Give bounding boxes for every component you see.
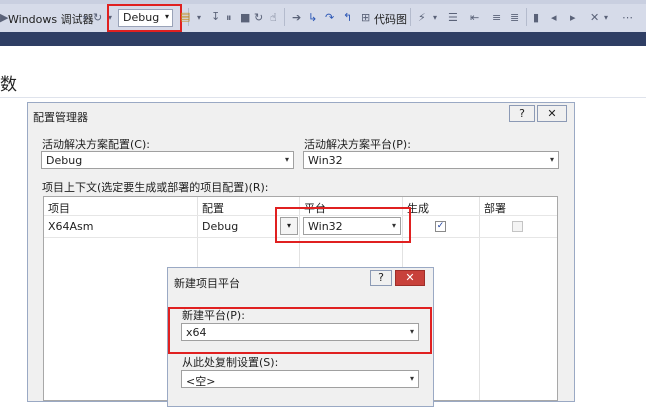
new-project-platform-dialog: 新建项目平台 ? ✕ 新建平台(P): x64 ▾ 从此处复制设置(S): <空…: [167, 267, 434, 407]
close-button[interactable]: ✕: [395, 270, 425, 286]
solution-platform-value: Win32: [308, 154, 343, 167]
ide-toolbar: ▶ Windows 调试器 ▾ ↻ ▾ Debug ▾ ▤ ▾ ↧ ⏸ ■ ↻ …: [0, 0, 646, 33]
help-icon: ?: [519, 107, 525, 120]
cell-configuration: Debug: [202, 220, 239, 233]
pause-icon[interactable]: ⏸: [226, 12, 232, 23]
build-checkbox[interactable]: ✓: [435, 221, 446, 232]
cell-project: X64Asm: [48, 220, 94, 233]
dialog-title: 配置管理器: [33, 111, 88, 124]
clear-bookmarks-icon[interactable]: ✕: [590, 12, 599, 23]
outdent-icon[interactable]: ⇤: [470, 12, 479, 23]
help-button[interactable]: ?: [509, 105, 535, 122]
uncomment-icon[interactable]: ≣: [510, 12, 519, 23]
chevron-down-icon: ▾: [284, 155, 289, 164]
build-dropdown-icon[interactable]: ▾: [197, 14, 201, 22]
deploy-checkbox[interactable]: [512, 221, 523, 232]
heading-divider: [0, 97, 646, 98]
platform-highlight-box: [275, 207, 411, 243]
step-icon[interactable]: ↧: [211, 11, 220, 22]
menu-bar-strip: [0, 0, 646, 4]
help-button[interactable]: ?: [370, 270, 392, 286]
comment-icon[interactable]: ≡: [492, 12, 501, 23]
bookmark-icon[interactable]: ▮: [533, 12, 539, 23]
close-icon: ✕: [405, 271, 415, 284]
project-contexts-label: 项目上下文(选定要生成或部署的项目配置)(R):: [42, 181, 269, 194]
solution-platform-dropdown[interactable]: Win32 ▾: [303, 151, 559, 169]
show-next-statement-icon[interactable]: ➔: [292, 12, 301, 23]
step-out-icon[interactable]: ↰: [343, 12, 352, 23]
debugger-dropdown-icon[interactable]: ▾: [83, 14, 87, 22]
build-icon[interactable]: ▤: [180, 11, 190, 22]
step-over-icon[interactable]: ↷: [325, 12, 334, 23]
step-into-icon[interactable]: ↳: [308, 12, 317, 23]
hex-dropdown-icon[interactable]: ▾: [433, 14, 437, 22]
refresh-icon[interactable]: ↻: [93, 12, 102, 23]
chevron-down-icon: ▾: [549, 155, 554, 164]
page-heading: 数: [0, 75, 17, 95]
toolbar-separator: [284, 8, 285, 26]
solution-config-value: Debug: [46, 154, 83, 167]
solution-platform-label: 活动解决方案平台(P):: [304, 138, 411, 151]
close-icon: ✕: [547, 107, 557, 120]
prev-bookmark-icon[interactable]: ◂: [551, 12, 557, 23]
toolbar-separator: [410, 8, 411, 26]
dialog-title: 新建项目平台: [174, 277, 240, 290]
stop-icon[interactable]: ■: [240, 12, 250, 23]
config-highlight-box: [107, 4, 182, 32]
hex-display-icon[interactable]: ⚡: [418, 12, 426, 23]
copy-settings-dropdown[interactable]: <空> ▾: [181, 370, 419, 388]
check-icon: ✓: [436, 221, 445, 231]
chevron-down-icon: ▾: [409, 374, 414, 383]
solution-config-label: 活动解决方案配置(C):: [42, 138, 150, 151]
copy-settings-label: 从此处复制设置(S):: [182, 356, 279, 369]
new-platform-highlight-box: [168, 307, 432, 354]
close-button[interactable]: ✕: [537, 105, 567, 122]
windows-debugger-button[interactable]: Windows 调试器: [8, 11, 94, 27]
help-icon: ?: [378, 271, 384, 284]
bookmark-dropdown-icon[interactable]: ▾: [604, 14, 608, 22]
code-map-icon[interactable]: ⊞: [361, 12, 370, 23]
hand-icon[interactable]: ☝: [270, 12, 277, 23]
code-map-button[interactable]: 代码图: [374, 11, 407, 27]
restart-icon[interactable]: ↻: [254, 12, 263, 23]
next-bookmark-icon[interactable]: ▸: [570, 12, 576, 23]
align-icon[interactable]: ☰: [448, 12, 458, 23]
copy-settings-value: <空>: [186, 375, 216, 388]
solution-config-dropdown[interactable]: Debug ▾: [41, 151, 294, 169]
more-options-icon[interactable]: ⋯: [622, 12, 633, 23]
editor-tab-bar: [0, 32, 646, 46]
toolbar-separator: [526, 8, 527, 26]
